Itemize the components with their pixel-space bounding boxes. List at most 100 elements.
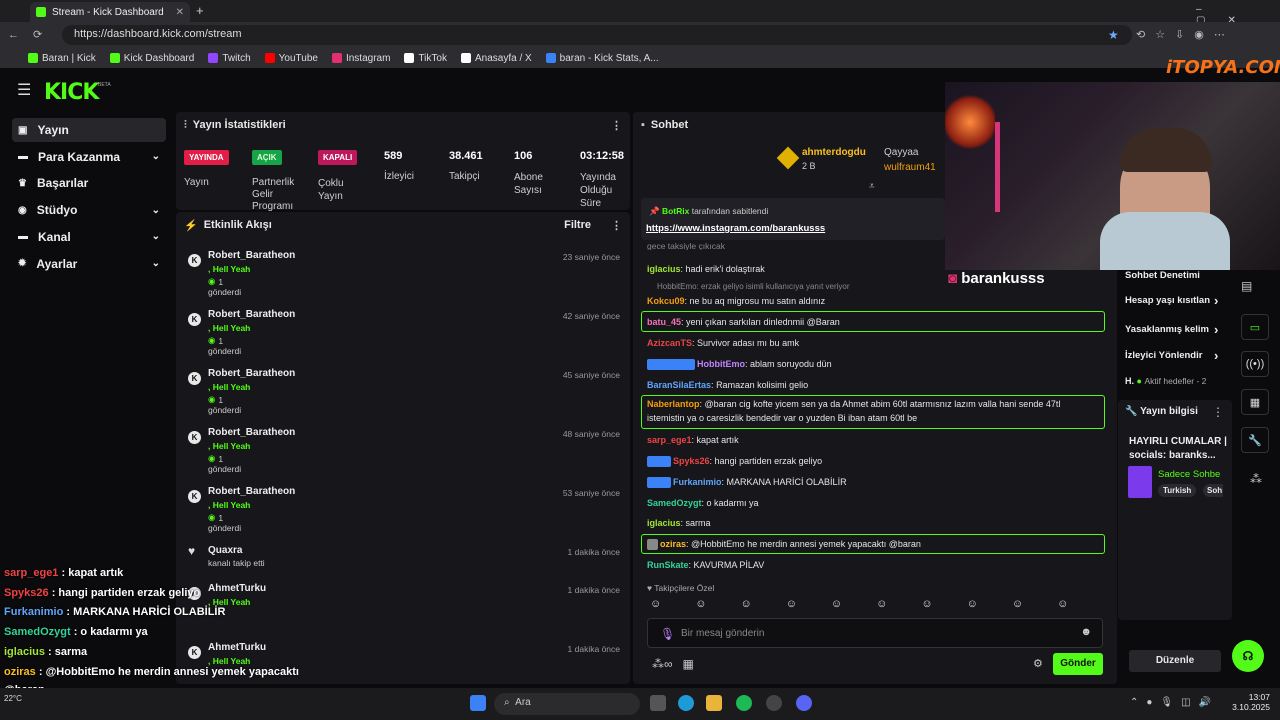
taskview-icon[interactable] — [650, 695, 666, 711]
chart-icon: ⫶ — [184, 118, 187, 131]
chat-icon[interactable]: ▭ — [1241, 314, 1269, 340]
sidebar-item[interactable]: ♛ Başarılar — [12, 171, 166, 195]
bookmark-item[interactable]: Kick Dashboard — [109, 53, 194, 64]
send-button[interactable]: Gönder — [1053, 653, 1103, 675]
bookmark-item[interactable]: Instagram — [331, 53, 390, 64]
clock[interactable]: 13:07 3.10.2025 — [1230, 692, 1270, 712]
explorer-icon[interactable] — [706, 695, 722, 711]
chat-username[interactable]: Kokcu09 — [647, 296, 685, 306]
share-icon[interactable]: ⁂ — [1250, 472, 1262, 486]
broadcast-icon[interactable]: ((•)) — [1241, 351, 1269, 377]
kick-avatar-icon: K — [188, 431, 201, 444]
leaderboard-user-3[interactable]: wulfraum41 — [884, 162, 936, 173]
bookmark-item[interactable]: Baran | Kick — [28, 53, 96, 64]
emoji-icon[interactable]: ☻ — [1080, 626, 1092, 638]
bookmark-item[interactable]: Anasayfa / X — [460, 53, 532, 64]
discord-icon[interactable] — [796, 695, 812, 711]
category-name[interactable]: Sadece Sohbe — [1158, 469, 1222, 480]
sidebar-item-label: Ayarlar — [36, 256, 78, 271]
chat-username[interactable]: AzizcanTS — [647, 338, 692, 348]
chat-username[interactable]: batu_45 — [647, 317, 681, 327]
chevron-down-icon: ⌄ — [151, 258, 160, 269]
chat-username[interactable]: RunSkate — [647, 560, 689, 570]
activity-user[interactable]: AhmetTurku — [208, 583, 266, 594]
url-input[interactable]: https://dashboard.kick.com/stream — [62, 25, 1132, 45]
activity-more-icon[interactable]: ⋮ — [611, 219, 622, 232]
activity-user[interactable]: Robert_Baratheon — [208, 250, 295, 261]
stats-more-icon[interactable]: ⋮ — [611, 119, 622, 132]
chat-username[interactable]: Spyks26 — [673, 456, 710, 466]
kick-logo[interactable]: KICK — [44, 80, 99, 105]
activity-user[interactable]: Robert_Baratheon — [208, 309, 295, 320]
bookmark-icon — [208, 53, 219, 63]
bookmark-item[interactable]: baran - Kick Stats, A... — [545, 53, 659, 64]
sidebar-item[interactable]: ▬ Kanal ⌄ — [12, 225, 166, 249]
tag-turkish[interactable]: Turkish — [1158, 484, 1197, 497]
goals-row[interactable]: H. ● Aktif hedefler - 2 — [1125, 376, 1206, 386]
favorite-star-icon[interactable]: ★ — [1108, 28, 1119, 42]
chat-username[interactable]: sarp_ege1 — [647, 435, 692, 445]
moderation-item[interactable]: İzleyici Yönlendir — [1125, 350, 1225, 361]
chat-settings-icons[interactable]: ⁂∞ ▦ — [652, 657, 694, 671]
nav-buttons[interactable]: ←⟳ — [8, 28, 56, 41]
browser-tab[interactable]: Stream - Kick Dashboard ✕ — [30, 2, 190, 22]
start-icon[interactable] — [470, 695, 486, 711]
tray-icons[interactable]: ⌃●🎙◫🔊 — [1130, 697, 1219, 708]
chat-input[interactable]: 🎙 Bir mesaj gönderin ☻ — [647, 618, 1103, 648]
bookmark-item[interactable]: TikTok — [404, 53, 447, 64]
pinned-link[interactable]: https://www.instagram.com/barankusss — [646, 223, 825, 234]
obs-icon[interactable] — [766, 695, 782, 711]
moderation-item[interactable]: Sohbet Denetimi — [1125, 270, 1225, 281]
menu-icon[interactable]: ☰ — [17, 80, 31, 100]
chat-username[interactable]: HobbitEmo — [697, 359, 745, 369]
activity-user[interactable]: Robert_Baratheon — [208, 427, 295, 438]
emote-row[interactable]: ☺☺☺☺☺☺☺☺☺☺ — [650, 598, 1102, 610]
chat-username[interactable]: Naberlantop — [647, 399, 700, 409]
chevron-down-icon: ⌄ — [151, 204, 160, 216]
bookmark-item[interactable]: YouTube — [264, 53, 318, 64]
sidebar-item[interactable]: ✹ Ayarlar ⌄ — [12, 252, 166, 276]
leaderboard-user-2[interactable]: Qayyaa — [884, 147, 918, 158]
stream-info-more-icon[interactable]: ⋮ — [1212, 405, 1224, 419]
mic-icon[interactable]: 🎙 — [660, 627, 675, 641]
chat-username[interactable]: SamedOzygt — [647, 498, 702, 508]
chat-username[interactable]: iglacius — [647, 264, 681, 274]
moderation-item[interactable]: Hesap yaşı kısıtlan — [1125, 295, 1225, 306]
close-tab-icon[interactable]: ✕ — [176, 7, 184, 18]
spotify-icon[interactable] — [736, 695, 752, 711]
bookmark-item[interactable]: Twitch — [208, 53, 251, 64]
activity-user[interactable]: Robert_Baratheon — [208, 486, 295, 497]
sidebar-item-label: Kanal — [38, 229, 71, 244]
chat-username[interactable]: BaranSilaErtas — [647, 380, 711, 390]
tag-sohbet[interactable]: Soh — [1203, 484, 1223, 497]
activity-user[interactable]: Robert_Baratheon — [208, 368, 295, 379]
layout-icon[interactable]: ▦ — [1241, 389, 1269, 415]
filter-button[interactable]: Filtre — [564, 219, 591, 231]
new-tab-icon[interactable]: + — [196, 3, 204, 18]
activity-count-value: 1 — [218, 512, 224, 523]
document-icon[interactable]: ▤ — [1241, 279, 1252, 293]
edit-button[interactable]: Düzenle — [1129, 650, 1221, 672]
weather-text[interactable]: 22°C — [4, 694, 22, 703]
top-gifter-name[interactable]: ahmterdogdu — [802, 147, 866, 158]
kicks-icon: ◉ — [208, 394, 216, 404]
expand-leaderboard-icon[interactable]: ⩡ — [869, 181, 875, 192]
chat-bubble-icon: ▪ — [641, 119, 645, 131]
chat-username[interactable]: oziras — [660, 539, 686, 549]
support-icon[interactable]: ☊ — [1232, 640, 1264, 672]
taskbar-search[interactable]: ⌕ Ara — [494, 693, 640, 715]
browser-toolbar-icons[interactable]: ⟲☆⇩◉⋯ — [1136, 28, 1235, 41]
activity-gift: , Hell Yeah — [208, 441, 251, 451]
sidebar-item[interactable]: ▣ Yayın — [12, 118, 166, 142]
sidebar-item[interactable]: ◉ Stüdyo ⌄ — [12, 198, 166, 222]
kicks-icon: ◉ — [208, 512, 216, 522]
activity-user[interactable]: AhmetTurku — [208, 642, 266, 653]
sidebar-item[interactable]: ▬ Para Kazanma ⌄ — [12, 145, 166, 169]
wrench-icon[interactable]: 🔧 — [1241, 427, 1269, 453]
edge-icon[interactable] — [678, 695, 694, 711]
chat-gear-icon[interactable]: ⚙ — [1033, 657, 1043, 670]
chat-username[interactable]: Furkanimio — [673, 477, 722, 487]
chat-username[interactable]: iglacius — [647, 518, 681, 528]
activity-user[interactable]: Quaxra — [208, 545, 242, 556]
moderation-item[interactable]: Yasaklanmış kelim — [1125, 324, 1225, 335]
